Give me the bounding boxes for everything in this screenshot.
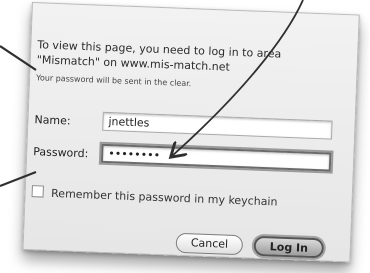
log-in-button[interactable]: Log In: [253, 235, 325, 259]
password-field[interactable]: [100, 143, 332, 172]
cleartext-warning: Your password will be sent in the clear.: [35, 73, 192, 89]
checkbox-icon[interactable]: [31, 185, 44, 198]
name-field[interactable]: [102, 111, 333, 140]
login-dialog: To view this page, you need to log in to…: [22, 2, 360, 263]
password-row: Password:: [33, 143, 332, 172]
cancel-button[interactable]: Cancel: [175, 232, 244, 256]
login-message: To view this page, you need to log in to…: [36, 37, 282, 76]
password-label: Password:: [33, 145, 89, 161]
remember-password-option[interactable]: Remember this password in my keychain: [31, 185, 278, 209]
remember-password-label: Remember this password in my keychain: [50, 186, 278, 209]
name-row: Name:: [34, 111, 333, 140]
name-label: Name:: [34, 113, 71, 128]
screenshot-stage: To view this page, you need to log in to…: [0, 0, 370, 273]
